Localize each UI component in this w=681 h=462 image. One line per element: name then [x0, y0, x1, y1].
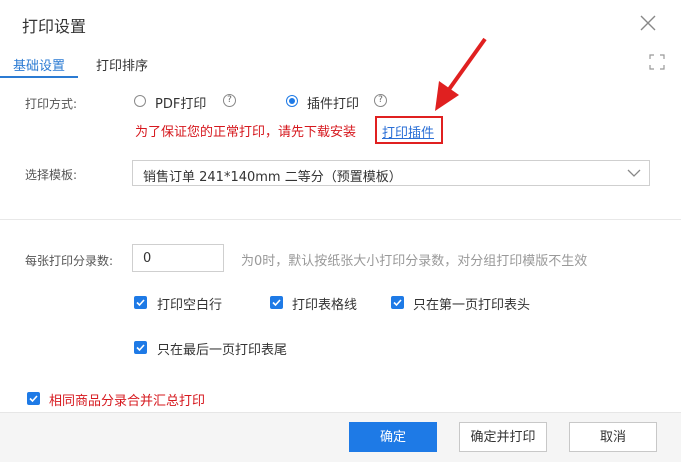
- tab-bar: 基础设置 打印排序: [0, 44, 681, 78]
- dialog-title: 打印设置: [22, 17, 87, 36]
- checkbox-merge-same-items-label[interactable]: 相同商品分录合并汇总打印: [49, 390, 205, 409]
- active-tab-indicator: [0, 76, 78, 78]
- plugin-link-highlight: 打印插件: [375, 116, 443, 144]
- check-icon: [136, 344, 145, 352]
- checkbox-footer-last-page[interactable]: [134, 341, 147, 354]
- checkbox-header-first-page[interactable]: [391, 296, 404, 309]
- help-icon-pdf[interactable]: ?: [223, 94, 236, 107]
- checkbox-print-grid-lines-label[interactable]: 打印表格线: [292, 294, 357, 313]
- help-icon-plugin[interactable]: ?: [374, 94, 387, 107]
- radio-pdf-print-label[interactable]: PDF打印: [155, 93, 206, 112]
- checkbox-print-blank-rows-label[interactable]: 打印空白行: [157, 294, 222, 313]
- dialog-footer: 确定 确定并打印 取消: [0, 412, 681, 462]
- confirm-button[interactable]: 确定: [349, 422, 437, 452]
- radio-plugin-print[interactable]: [286, 95, 298, 107]
- checkbox-print-grid-lines[interactable]: [270, 296, 283, 309]
- check-icon: [393, 299, 402, 307]
- fullscreen-icon[interactable]: [649, 54, 665, 70]
- confirm-and-print-button[interactable]: 确定并打印: [459, 422, 547, 452]
- checkbox-print-blank-rows[interactable]: [134, 296, 147, 309]
- chevron-down-icon: [627, 169, 641, 177]
- annotation-arrow-icon: [435, 37, 487, 111]
- radio-plugin-print-label[interactable]: 插件打印: [307, 93, 359, 112]
- radio-pdf-print[interactable]: [134, 95, 146, 107]
- template-select[interactable]: 销售订单 241*140mm 二等分（预置模板）: [132, 160, 650, 186]
- download-plugin-link[interactable]: 打印插件: [382, 122, 434, 141]
- tab-basic-settings[interactable]: 基础设置: [13, 55, 65, 74]
- check-icon: [272, 299, 281, 307]
- template-label: 选择模板:: [25, 168, 78, 182]
- check-icon: [29, 395, 38, 403]
- checkbox-footer-last-page-label[interactable]: 只在最后一页打印表尾: [157, 339, 287, 358]
- print-settings-dialog: 打印设置 基础设置 打印排序 打印方式: PDF打印 ? 插件打印 ? 为了保证…: [0, 0, 681, 462]
- print-method-label: 打印方式:: [25, 97, 78, 111]
- checkbox-header-first-page-label[interactable]: 只在第一页打印表头: [413, 294, 530, 313]
- section-divider: [0, 219, 681, 220]
- entries-per-page-input[interactable]: [132, 244, 224, 272]
- entries-hint-text: 为0时，默认按纸张大小打印分录数，对分组打印模版不生效: [241, 254, 588, 269]
- tab-print-order[interactable]: 打印排序: [96, 55, 148, 74]
- check-icon: [136, 299, 145, 307]
- entries-per-page-label: 每张打印分录数:: [25, 254, 114, 268]
- checkbox-merge-same-items[interactable]: [27, 392, 40, 405]
- cancel-button[interactable]: 取消: [569, 422, 657, 452]
- plugin-warning-text: 为了保证您的正常打印，请先下载安装: [135, 125, 357, 140]
- template-select-value: 销售订单 241*140mm 二等分（预置模板）: [143, 170, 402, 185]
- close-icon[interactable]: [639, 14, 657, 32]
